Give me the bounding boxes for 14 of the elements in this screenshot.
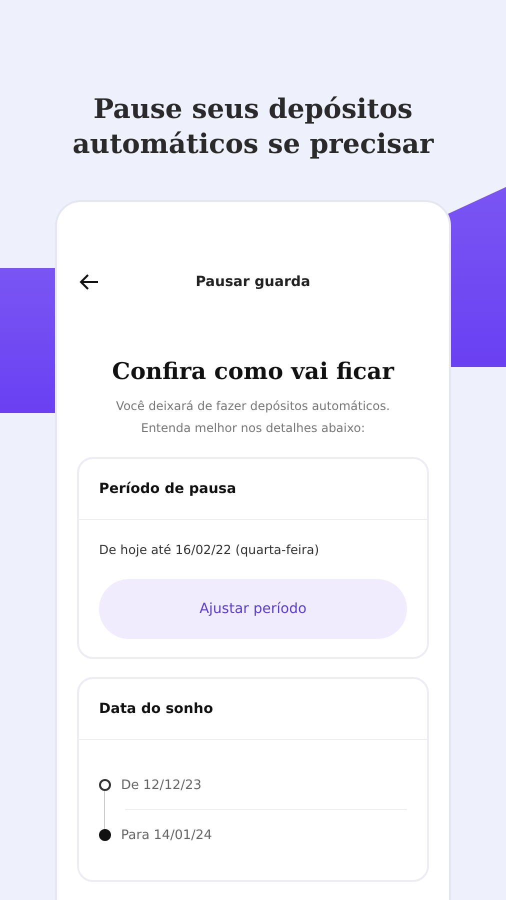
timeline-dot-icon: [99, 829, 111, 841]
card-title: Período de pausa: [98, 480, 238, 499]
back-button[interactable]: [77, 272, 101, 292]
heading: Confira como vai ficar: [111, 358, 396, 385]
adjust-period-button[interactable]: Ajustar período: [99, 579, 407, 639]
headline: Pause seus depósitos automáticos se precisar: [71, 93, 435, 162]
period-text: De hoje até 16/02/22 (quarta-feira): [99, 542, 320, 557]
subtitle: Você deixará de fazer depósitos automáticos. Entenda melhor nos detalhes abaixo:: [115, 398, 391, 437]
back-arrow-icon: [79, 274, 99, 290]
timeline-date: Para 14/01/24: [121, 828, 212, 842]
timeline-dot-icon: [99, 779, 111, 791]
timeline-date: De 12/12/23: [121, 778, 202, 792]
card-title: Data do sonho: [98, 700, 214, 719]
screen-title: Pausar guarda: [196, 274, 310, 290]
